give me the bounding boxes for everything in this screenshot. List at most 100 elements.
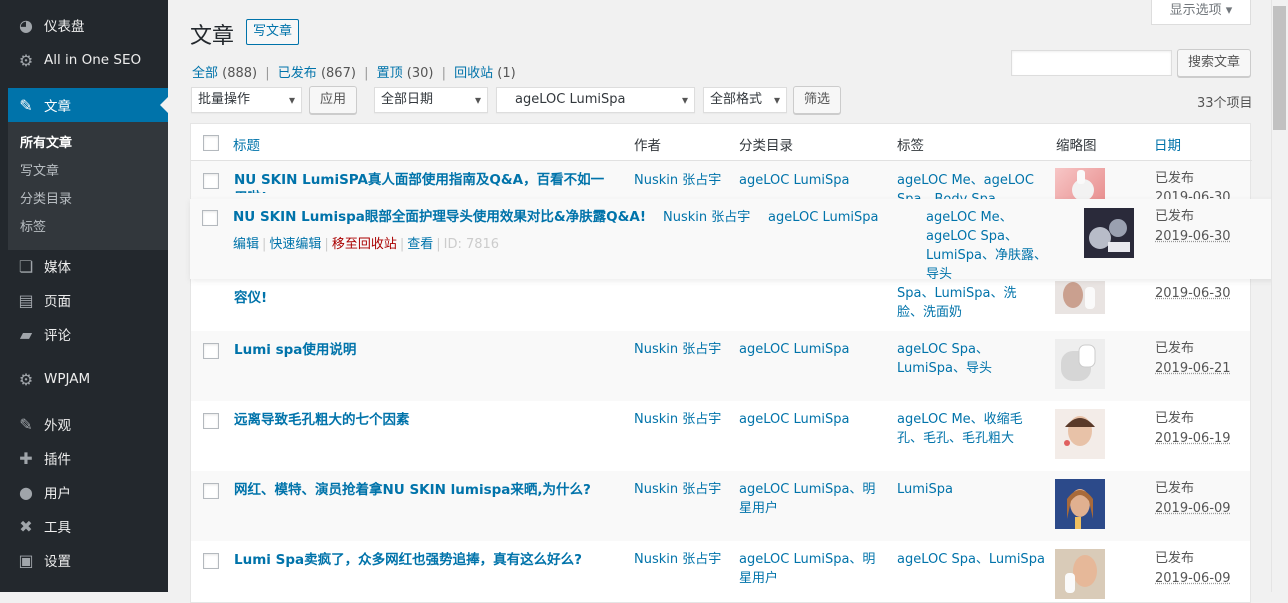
post-thumbnail[interactable]	[1055, 168, 1105, 201]
post-author-link[interactable]: Nuskin 张占宇	[634, 340, 721, 359]
column-thumbnail: 缩略图	[1056, 138, 1097, 154]
post-thumbnail[interactable]	[1055, 479, 1105, 529]
post-title-link[interactable]: 容仪!	[234, 289, 267, 307]
row-checkbox[interactable]	[203, 483, 219, 499]
sidebar-item-appearance[interactable]: ✎ 外观	[8, 407, 168, 441]
view-trash[interactable]: 回收站	[454, 66, 493, 81]
post-tags[interactable]: ageLOC Spa、LumiSpa	[897, 550, 1045, 569]
column-date[interactable]: 日期	[1154, 134, 1181, 154]
items-count: 33个项目	[1197, 96, 1253, 111]
view-all[interactable]: 全部	[192, 66, 218, 81]
post-title-link[interactable]: 远离导致毛孔粗大的七个因素	[234, 411, 410, 429]
row-checkbox[interactable]	[203, 173, 219, 189]
gear-icon: ⚙	[18, 50, 34, 70]
row-checkbox[interactable]	[203, 553, 219, 569]
brush-icon: ✎	[19, 414, 33, 434]
post-title-link[interactable]: NU SKIN LumiSPA真人面部使用指南及Q&A，百看不如一用啦!	[234, 171, 614, 193]
post-date: 2019-06-19	[1155, 431, 1231, 446]
filter-button[interactable]: 筛选	[793, 86, 841, 114]
post-category-link[interactable]: ageLOC LumiSpa、明星用户	[739, 550, 884, 588]
post-tags[interactable]: ageLOC Me、ageLOC Spa、LumiSpa、净肤露、导头	[926, 208, 1056, 284]
screen-options-button[interactable]: 显示选项 ▾	[1151, 0, 1251, 25]
posts-table: 标题 作者 分类目录 标签 缩略图 日期 NU SKIN LumiSPA真人面部…	[190, 123, 1252, 603]
page-title: 文章	[190, 24, 235, 49]
post-title-link[interactable]: 网红、模特、演员抢着拿NU SKIN lumispa来晒,为什么?	[234, 481, 591, 499]
bulk-actions-select[interactable]: 批量操作	[191, 87, 302, 113]
post-category-link[interactable]: ageLOC LumiSpa	[739, 410, 849, 429]
user-icon: ●	[19, 482, 33, 502]
trash-link[interactable]: 移至回收站	[332, 237, 397, 252]
row-checkbox[interactable]	[203, 343, 219, 359]
date-filter-select[interactable]: 全部日期	[374, 87, 488, 113]
table-row: Lumi Spa卖疯了，众多网红也强势追捧，真有这么好么? Nuskin 张占宇…	[191, 541, 1250, 601]
format-filter-select[interactable]: 全部格式	[703, 87, 787, 113]
comment-icon: ▰	[19, 324, 33, 344]
post-status-views: 全部 (888) | 已发布 (867) | 置顶 (30) | 回收站 (1)	[192, 66, 516, 81]
post-author-link[interactable]: Nuskin 张占宇	[634, 171, 721, 190]
post-tags[interactable]: LumiSpa	[897, 480, 953, 499]
table-row: NU SKIN LumiSPA真人面部使用指南及Q&A，百看不如一用啦! Nus…	[191, 161, 1250, 201]
post-date: 2019-06-09	[1155, 571, 1231, 586]
column-title[interactable]: 标题	[233, 134, 260, 154]
apply-button[interactable]: 应用	[309, 86, 357, 114]
edit-link[interactable]: 编辑	[233, 237, 259, 252]
view-published[interactable]: 已发布	[278, 66, 317, 81]
post-title-link[interactable]: Lumi spa使用说明	[234, 341, 356, 359]
view-sticky[interactable]: 置顶	[377, 66, 403, 81]
post-date: 2019-06-09	[1155, 501, 1231, 516]
post-thumbnail[interactable]	[1055, 409, 1105, 459]
post-thumbnail[interactable]	[1084, 208, 1134, 258]
posts-submenu: 所有文章 写文章 分类目录 标签	[8, 122, 168, 250]
post-date: 2019-06-30	[1155, 286, 1231, 301]
row-checkbox[interactable]	[203, 413, 219, 429]
post-tags[interactable]: Spa、LumiSpa、洗脸、洗面奶	[897, 284, 1037, 322]
sidebar-item-media[interactable]: ❏ 媒体	[8, 249, 168, 283]
post-author-link[interactable]: Nuskin 张占宇	[634, 480, 721, 499]
post-category-link[interactable]: ageLOC LumiSpa	[739, 340, 849, 359]
post-tags[interactable]: ageLOC Me、收缩毛孔、毛孔、毛孔粗大	[897, 410, 1027, 448]
post-category-link[interactable]: ageLOC LumiSpa	[739, 171, 849, 190]
post-author-link[interactable]: Nuskin 张占宇	[634, 550, 721, 569]
add-new-post-button[interactable]: 写文章	[246, 19, 300, 45]
page-icon: ▤	[18, 290, 34, 310]
post-title-link[interactable]: NU SKIN Lumispa眼部全面护理导头使用效果对比&净肤露Q&A!	[233, 208, 646, 226]
post-tags[interactable]: ageLOC Me、ageLOC Spa、Body Spa	[897, 171, 1037, 199]
search-posts-button[interactable]: 搜索文章	[1177, 49, 1251, 77]
view-link[interactable]: 查看	[407, 237, 433, 252]
sidebar-item-label: 工具	[44, 520, 71, 536]
sidebar-item-plugins[interactable]: ✚ 插件	[8, 441, 168, 475]
sidebar-item-settings[interactable]: ▣ 设置	[8, 543, 168, 577]
table-row: Lumi spa使用说明 Nuskin 张占宇 ageLOC LumiSpa a…	[191, 331, 1250, 401]
post-thumbnail[interactable]	[1055, 281, 1105, 314]
search-input[interactable]	[1011, 50, 1172, 76]
post-author-link[interactable]: Nuskin 张占宇	[663, 208, 750, 227]
submenu-tags[interactable]: 标签	[8, 214, 168, 242]
submenu-categories[interactable]: 分类目录	[8, 186, 168, 214]
sidebar-item-seo[interactable]: ⚙ All in One SEO	[8, 43, 168, 77]
scrollbar-thumb[interactable]	[1273, 6, 1286, 130]
category-filter-select[interactable]: ageLOC LumiSpa	[496, 87, 695, 113]
sidebar-item-dashboard[interactable]: ◕ 仪表盘	[8, 8, 168, 42]
sidebar-item-tools[interactable]: ✖ 工具	[8, 509, 168, 543]
row-checkbox[interactable]	[202, 210, 218, 226]
quick-edit-link[interactable]: 快速编辑	[269, 237, 321, 252]
sidebar-item-posts[interactable]: ✎ 文章	[8, 88, 168, 122]
post-category-link[interactable]: ageLOC LumiSpa	[768, 208, 878, 227]
gauge-icon: ◕	[19, 15, 33, 35]
sidebar-item-label: 页面	[44, 294, 71, 310]
sidebar-item-comments[interactable]: ▰ 评论	[8, 317, 168, 351]
post-tags[interactable]: ageLOC Spa、LumiSpa、导头	[897, 340, 1037, 378]
post-category-link[interactable]: ageLOC LumiSpa、明星用户	[739, 480, 884, 518]
submenu-add-new[interactable]: 写文章	[8, 158, 168, 186]
sidebar-item-users[interactable]: ● 用户	[8, 475, 168, 509]
post-thumbnail[interactable]	[1055, 339, 1105, 389]
post-title-link[interactable]: Lumi Spa卖疯了，众多网红也强势追捧，真有这么好么?	[234, 551, 582, 569]
select-all-checkbox[interactable]	[203, 135, 219, 151]
settings-icon: ▣	[18, 550, 34, 570]
post-author-link[interactable]: Nuskin 张占宇	[634, 410, 721, 429]
submenu-all-posts[interactable]: 所有文章	[8, 130, 168, 158]
sidebar-item-wpjam[interactable]: ⚙ WPJAM	[8, 362, 168, 396]
view-trash-count: (1)	[497, 66, 516, 81]
view-published-count: (867)	[320, 66, 356, 81]
sidebar-item-pages[interactable]: ▤ 页面	[8, 283, 168, 317]
